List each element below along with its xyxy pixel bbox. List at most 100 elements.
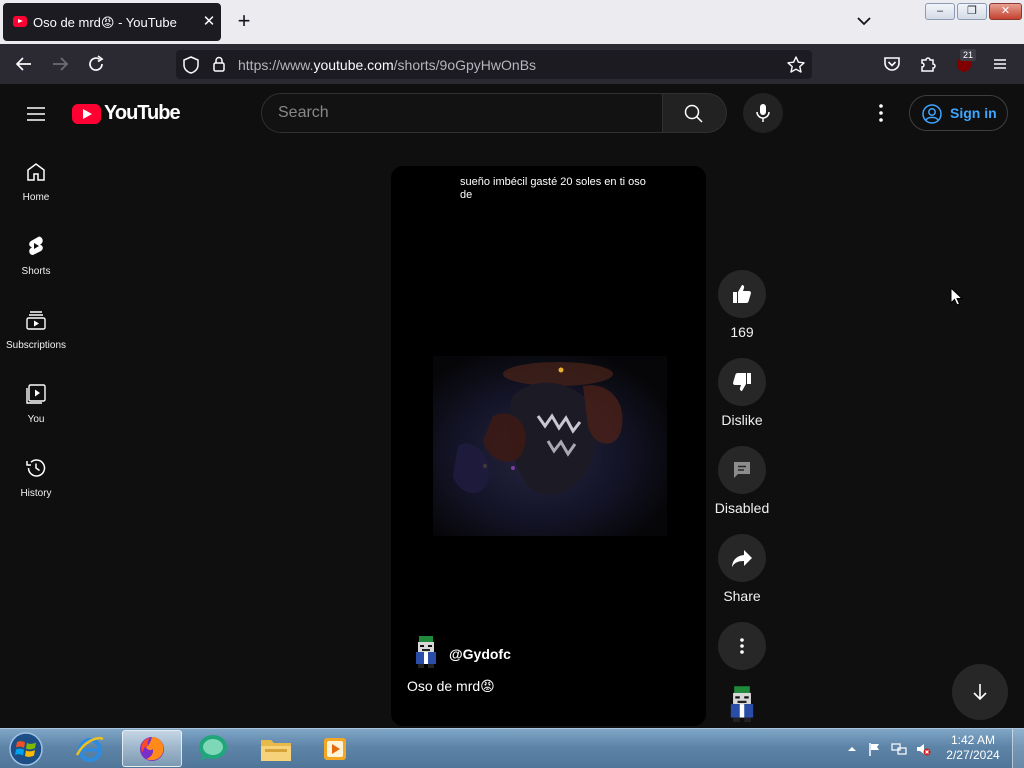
share-action: Share xyxy=(714,534,770,604)
screen: Oso de mrd😡 - YouTube ✕ + – ❐ ✕ https://… xyxy=(0,0,1024,768)
comment-icon xyxy=(734,462,750,478)
share-label: Share xyxy=(723,588,761,604)
new-tab-button[interactable]: + xyxy=(233,10,255,33)
taskbar-file-explorer[interactable] xyxy=(246,730,306,767)
pivot-channel-avatar[interactable] xyxy=(723,684,761,722)
comments-disabled-label: Disabled xyxy=(714,500,770,516)
taskbar-firefox[interactable] xyxy=(122,730,182,767)
pocket-icon[interactable] xyxy=(881,53,903,75)
browser-navigation-bar: https://www.youtube.com/shorts/9oGpyHwOn… xyxy=(0,44,1024,84)
network-icon[interactable] xyxy=(891,741,907,757)
guide-item-label: Shorts xyxy=(21,266,51,277)
taskbar-media-player[interactable] xyxy=(306,730,366,767)
volume-muted-icon[interactable] xyxy=(915,741,931,757)
minimize-icon: – xyxy=(936,5,944,17)
mouse-cursor-icon xyxy=(950,287,964,306)
dislike-button[interactable] xyxy=(718,358,766,406)
window-restore-button[interactable]: ❐ xyxy=(957,3,987,20)
guide-item-home[interactable]: Home xyxy=(4,142,68,212)
taskbar-internet-explorer[interactable] xyxy=(60,730,120,767)
voice-search-button[interactable] xyxy=(743,93,783,133)
guide-menu-hamburger-icon[interactable] xyxy=(24,102,48,126)
like-count: 169 xyxy=(730,324,754,340)
taskbar-clock[interactable]: 1:42 AM 2/27/2024 xyxy=(940,733,1006,763)
guide-item-history[interactable]: History xyxy=(4,438,68,508)
url-bar[interactable]: https://www.youtube.com/shorts/9oGpyHwOn… xyxy=(176,50,812,79)
action-center-flag-icon[interactable] xyxy=(867,741,883,757)
next-short-button[interactable] xyxy=(952,664,1008,720)
account-circle-icon xyxy=(922,104,942,124)
guide-item-label: History xyxy=(20,488,52,499)
youtube-play-logo-icon xyxy=(72,104,101,124)
search-icon xyxy=(684,104,703,123)
lock-icon[interactable] xyxy=(211,55,227,78)
microphone-icon xyxy=(756,104,770,122)
youtube-logo-text: YouTube xyxy=(104,102,181,124)
animatronic-scene-image xyxy=(453,362,623,495)
search-box xyxy=(261,93,663,133)
search-button[interactable] xyxy=(663,93,727,133)
youtube-logo[interactable]: YouTube xyxy=(72,102,181,126)
like-action: 169 xyxy=(714,270,770,340)
clock-time: 1:42 AM xyxy=(950,733,996,747)
more-action xyxy=(714,622,770,670)
youtube-favicon-icon xyxy=(13,16,27,27)
restore-icon: ❐ xyxy=(967,5,977,17)
guide-item-shorts[interactable]: Shorts xyxy=(4,216,68,286)
youtube-page: YouTube Sign in Home xyxy=(0,84,1024,728)
comments-button[interactable] xyxy=(718,446,766,494)
channel-avatar[interactable] xyxy=(409,634,443,668)
guide-item-you[interactable]: You xyxy=(4,364,68,434)
url-path: /shorts/9oGpyHwOnBs xyxy=(393,57,537,73)
more-options-button[interactable] xyxy=(718,622,766,670)
reload-icon[interactable] xyxy=(85,53,107,75)
home-icon xyxy=(27,163,45,181)
dislike-action: Dislike xyxy=(714,358,770,428)
browser-tab-youtube[interactable]: Oso de mrd😡 - YouTube ✕ xyxy=(3,3,221,41)
tracking-protection-shield-icon[interactable] xyxy=(182,55,200,80)
subscriptions-icon xyxy=(26,311,46,330)
bookmark-star-icon[interactable] xyxy=(786,55,806,80)
url-domain: youtube.com xyxy=(313,57,394,73)
back-arrow-icon[interactable] xyxy=(13,53,35,75)
start-button-windows-logo-icon[interactable] xyxy=(6,730,46,768)
comments-action: Disabled xyxy=(714,446,770,516)
tab-close-icon[interactable]: ✕ xyxy=(199,12,219,32)
extension-badge-count: 21 xyxy=(960,49,976,61)
thumbs-down-icon xyxy=(733,373,751,391)
like-button[interactable] xyxy=(718,270,766,318)
more-vertical-icon xyxy=(740,638,744,654)
sign-in-label: Sign in xyxy=(950,105,997,121)
chat-bubble-app-icon xyxy=(199,735,227,761)
extensions-puzzle-icon[interactable] xyxy=(917,53,939,75)
windows-taskbar: 1:42 AM 2/27/2024 xyxy=(0,728,1024,768)
short-title: Oso de mrd😡 xyxy=(407,678,495,694)
forward-arrow-icon[interactable] xyxy=(49,53,71,75)
video-overlay-caption: sueño imbécil gasté 20 soles en ti oso d… xyxy=(460,176,646,201)
app-menu-hamburger-icon[interactable] xyxy=(989,53,1011,75)
guide-item-label: Home xyxy=(22,192,50,203)
taskbar-chat-app[interactable] xyxy=(184,730,244,767)
url-text: https://www.youtube.com/shorts/9oGpyHwOn… xyxy=(238,57,536,73)
sign-in-button[interactable]: Sign in xyxy=(909,95,1008,131)
browser-tab-strip: Oso de mrd😡 - YouTube ✕ + – ❐ ✕ xyxy=(0,0,1024,44)
video-frame-image xyxy=(433,356,667,536)
tab-title: Oso de mrd😡 - YouTube xyxy=(33,15,177,30)
show-desktop-button[interactable] xyxy=(1012,729,1024,768)
short-video-player[interactable]: sueño imbécil gasté 20 soles en ti oso d… xyxy=(391,166,706,726)
share-button[interactable] xyxy=(718,534,766,582)
arrow-down-icon xyxy=(973,684,987,701)
settings-more-vertical-icon[interactable] xyxy=(869,101,893,125)
guide-item-subscriptions[interactable]: Subscriptions xyxy=(4,290,68,360)
you-library-icon xyxy=(26,384,46,404)
history-icon xyxy=(26,459,46,477)
firefox-icon xyxy=(140,737,164,761)
window-minimize-button[interactable]: – xyxy=(925,3,955,20)
list-all-tabs-chevron-down-icon[interactable] xyxy=(854,10,874,32)
masthead: YouTube Sign in xyxy=(0,84,1024,142)
window-close-button[interactable]: ✕ xyxy=(989,3,1022,20)
clock-date: 2/27/2024 xyxy=(946,748,1000,762)
channel-handle[interactable]: @Gydofc xyxy=(449,646,511,662)
show-hidden-icons-chevron-up-icon[interactable] xyxy=(844,741,860,757)
search-input[interactable] xyxy=(278,102,648,124)
